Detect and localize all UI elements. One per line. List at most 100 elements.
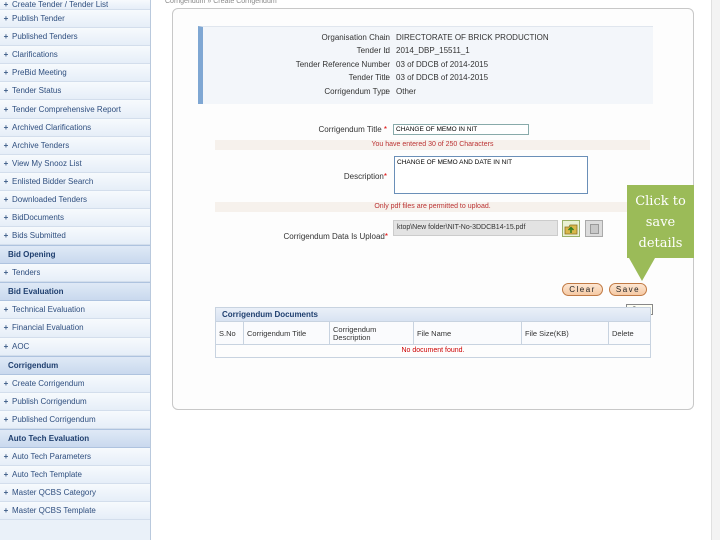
plus-icon: + (3, 176, 9, 186)
column-header: File Name (414, 322, 522, 345)
sidebar-item-bids-submitted[interactable]: + Bids Submitted (0, 227, 150, 246)
empty-message: No document found. (401, 347, 465, 354)
sidebar-item-archive-tenders[interactable]: + Archive Tenders (0, 136, 150, 155)
plus-icon: + (3, 305, 9, 315)
scrollbar[interactable] (711, 0, 720, 540)
sidebar-item-comprehensive-report[interactable]: + Tender Comprehensive Report (0, 100, 150, 119)
plus-icon: + (3, 213, 9, 223)
sidebar-item-label: Auto Tech Parameters (12, 451, 92, 461)
sidebar-item-clarifications[interactable]: + Clarifications (0, 46, 150, 65)
corrigendum-documents-table: Corrigendum Documents S.No Corrigendum T… (215, 307, 651, 358)
sidebar-header-bid-opening[interactable]: Bid Opening (0, 245, 150, 265)
callout-text: Click to save details (635, 194, 686, 251)
callout-arrow (629, 258, 655, 281)
required-mark: * (383, 125, 387, 134)
sidebar-item-label: PreBid Meeting (12, 68, 67, 78)
sidebar-item-publish-corrigendum[interactable]: + Publish Corrigendum (0, 392, 150, 411)
sidebar-item-label: Downloaded Tenders (12, 194, 88, 204)
sidebar-item-label: Enlisted Bidder Search (12, 176, 94, 186)
remove-file-button[interactable] (585, 220, 603, 237)
file-path-field[interactable]: ktop\New folder\NIT-No-3DDCB14-15.pdf (393, 220, 558, 236)
save-button[interactable]: Save (609, 283, 647, 296)
sidebar-item-tender-list[interactable]: + Create Tender / Tender List (0, 0, 150, 10)
sidebar-item-published-corrigendum[interactable]: + Published Corrigendum (0, 410, 150, 429)
info-colon: : (385, 46, 388, 55)
upload-button[interactable] (562, 220, 580, 237)
sidebar-item-bidder-search[interactable]: + Enlisted Bidder Search (0, 172, 150, 191)
sidebar-item-label: Create Corrigendum (12, 378, 85, 388)
label-text: Corrigendum Title (318, 125, 382, 134)
sidebar-item-auto-tech-parameters[interactable]: + Auto Tech Parameters (0, 447, 150, 466)
plus-icon: + (3, 14, 9, 24)
plus-icon: + (3, 140, 9, 150)
sidebar-item-downloaded-tenders[interactable]: + Downloaded Tenders (0, 190, 150, 210)
upload-icon (564, 224, 578, 234)
table-title: Corrigendum Documents (216, 308, 650, 322)
breadcrumb: Corrigendum » Create Corrigendum (165, 0, 277, 5)
sidebar-item-label: Master QCBS Category (12, 488, 97, 498)
sidebar-header-auto-tech[interactable]: Auto Tech Evaluation (0, 428, 150, 448)
corrigendum-title-input[interactable] (393, 124, 529, 135)
plus-icon: + (3, 341, 9, 351)
plus-icon: + (3, 323, 9, 333)
info-colon: : (385, 60, 388, 69)
sidebar-item-auto-tech-template[interactable]: + Auto Tech Template (0, 465, 150, 485)
sidebar-item-label: Financial Evaluation (12, 323, 84, 333)
sidebar-item-label: Tender Comprehensive Report (12, 104, 121, 114)
sidebar-item-label: Publish Tender (12, 14, 65, 24)
plus-icon: + (3, 68, 9, 78)
plus-icon: + (3, 50, 9, 60)
sidebar-item-tender-status[interactable]: + Tender Status (0, 82, 150, 101)
plus-icon: + (3, 122, 9, 132)
info-value: 03 of DDCB of 2014-2015 (396, 73, 489, 82)
plus-icon: + (3, 158, 9, 168)
upload-label: Corrigendum Data Is Upload* (283, 232, 388, 241)
plus-icon: + (3, 506, 9, 516)
plus-icon: + (3, 32, 9, 42)
plus-icon: + (3, 231, 9, 241)
sidebar-item-label: Publish Corrigendum (12, 396, 87, 406)
plus-icon: + (3, 0, 9, 9)
plus-icon: + (3, 194, 9, 204)
plus-icon: + (3, 451, 9, 461)
label-text: Corrigendum Data Is Upload (283, 232, 385, 241)
plus-icon: + (3, 414, 9, 424)
sidebar-item-archived-clarifications[interactable]: + Archived Clarifications (0, 118, 150, 137)
table-header: S.No Corrigendum Title Corrigendum Descr… (216, 322, 650, 345)
sidebar-item-tenders[interactable]: + Tenders (0, 264, 150, 283)
sidebar-item-label: Clarifications (12, 50, 58, 60)
plus-icon: + (3, 488, 9, 498)
sidebar-item-financial-evaluation[interactable]: + Financial Evaluation (0, 319, 150, 338)
sidebar-item-technical-evaluation[interactable]: + Technical Evaluation (0, 301, 150, 320)
info-colon: : (385, 73, 388, 82)
sidebar-item-publish-tender[interactable]: + Publish Tender (0, 10, 150, 29)
plus-icon: + (3, 86, 9, 96)
sidebar-item-aoc[interactable]: + AOC (0, 337, 150, 356)
column-header: File Size(KB) (522, 322, 609, 345)
sidebar-item-snooz-list[interactable]: + View My Snooz List (0, 154, 150, 173)
pdf-hint: Only pdf files are permitted to upload. (215, 202, 650, 212)
tender-info-box: Organisation Chain: DIRECTORATE OF BRICK … (198, 26, 653, 104)
sidebar-item-label: AOC (12, 341, 30, 351)
sidebar-header-bid-evaluation[interactable]: Bid Evaluation (0, 282, 150, 302)
sidebar-item-label: Technical Evaluation (12, 305, 85, 315)
plus-icon: + (3, 396, 9, 406)
info-row: Tender Id:2014_DBP_15511_1 (203, 46, 658, 58)
info-row: Corrigendum Type: Other (203, 87, 658, 99)
clear-button[interactable]: Clear (562, 283, 603, 296)
required-mark: * (383, 172, 387, 181)
sidebar-item-label: Bids Submitted (12, 231, 66, 241)
sidebar-item-label: Archive Tenders (12, 140, 70, 150)
sidebar-item-label: View My Snooz List (12, 158, 82, 168)
sidebar-item-create-corrigendum[interactable]: + Create Corrigendum (0, 374, 150, 393)
instruction-callout: Click to save details (627, 185, 694, 258)
sidebar-item-bid-documents[interactable]: + BidDocuments (0, 209, 150, 228)
info-row: Tender Reference Number:03 of DDCB of 20… (203, 60, 658, 72)
sidebar-item-qcbs-template[interactable]: + Master QCBS Template (0, 502, 150, 521)
info-key: Organisation Chain (321, 33, 390, 42)
sidebar-item-qcbs-category[interactable]: + Master QCBS Category (0, 484, 150, 503)
sidebar-item-published-tenders[interactable]: + Published Tenders (0, 28, 150, 47)
sidebar-item-prebid-meeting[interactable]: + PreBid Meeting (0, 64, 150, 83)
description-textarea[interactable]: CHANGE OF MEMO AND DATE IN NIT (394, 156, 588, 194)
sidebar-header-corrigendum[interactable]: Corrigendum (0, 355, 150, 375)
